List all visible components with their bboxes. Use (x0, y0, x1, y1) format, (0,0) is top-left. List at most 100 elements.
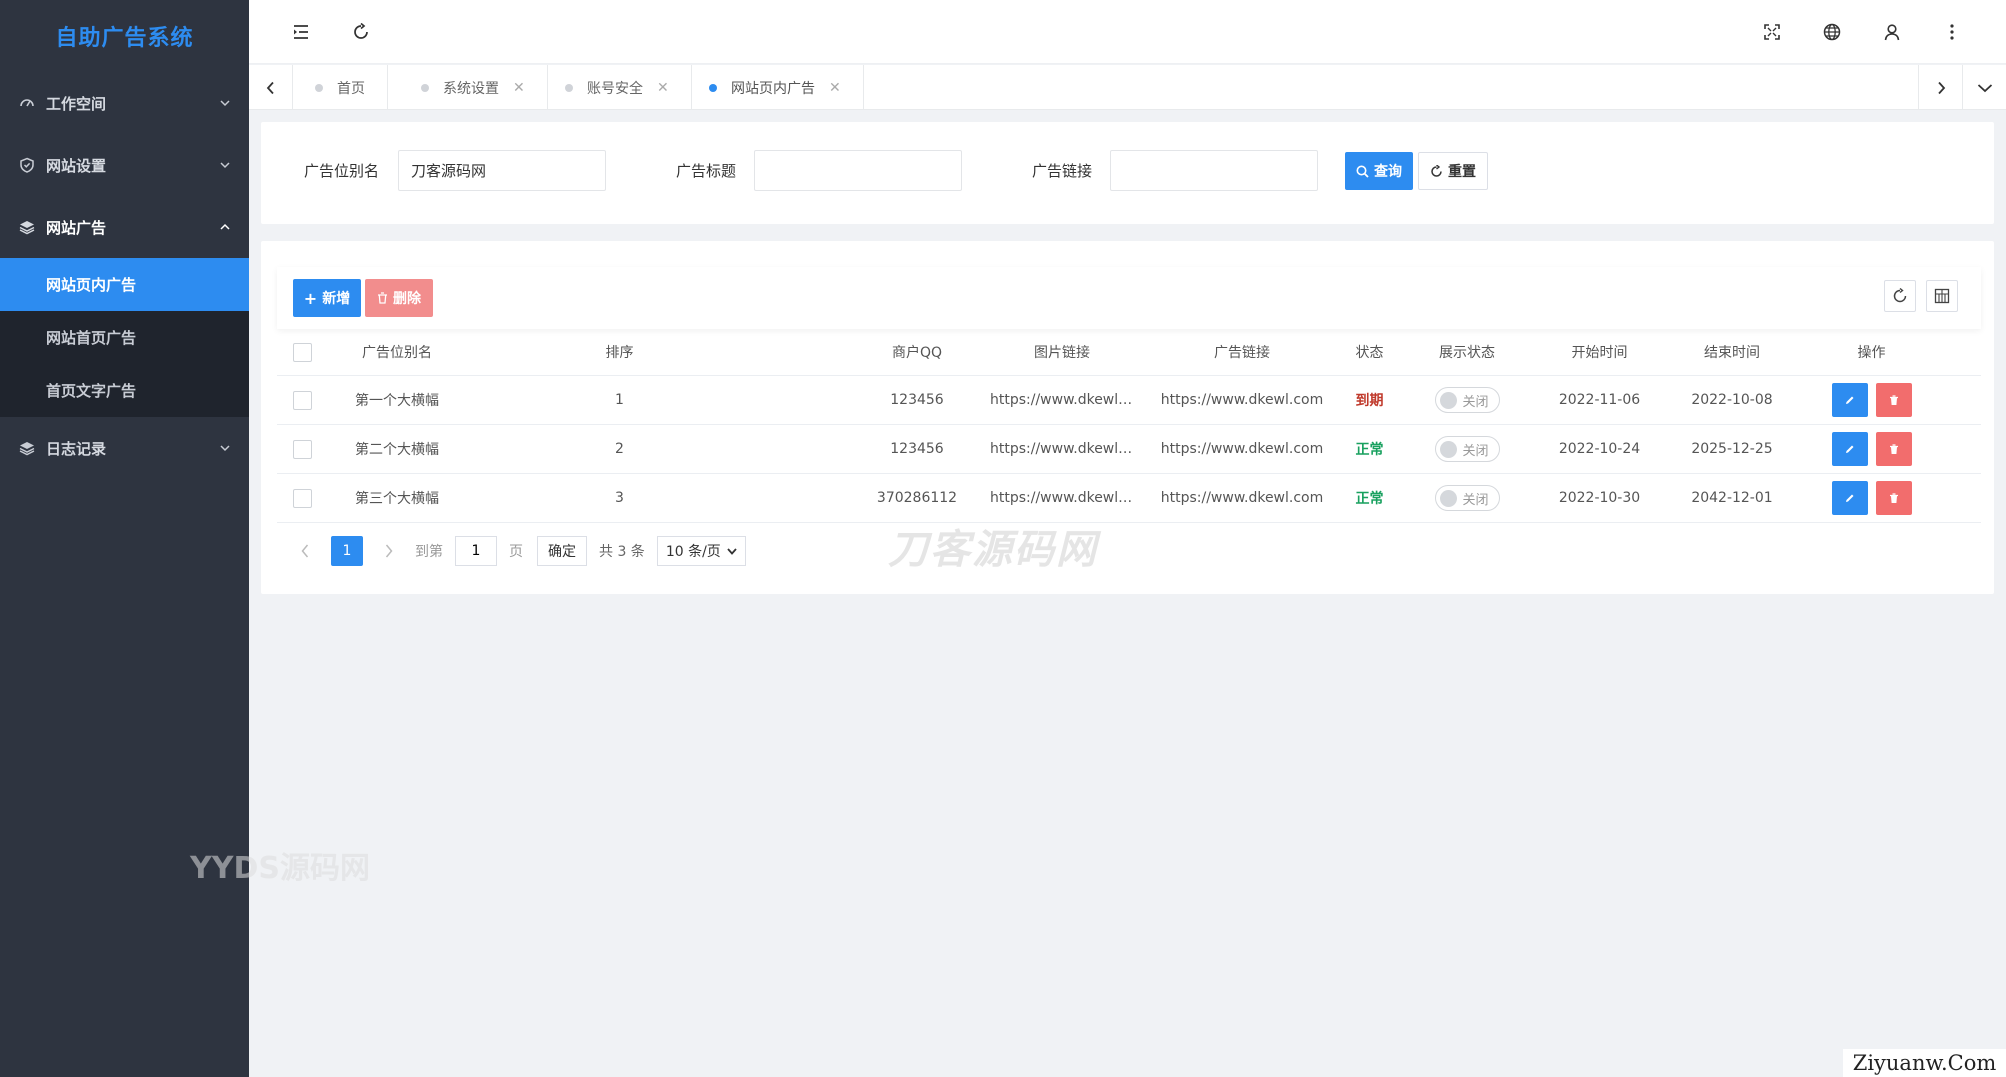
goto-page-input[interactable] (455, 536, 497, 566)
cell-qq: 370286112 (876, 490, 958, 506)
add-button[interactable]: + 新增 (293, 279, 361, 317)
cell-start-time: 2022-10-24 (1558, 441, 1641, 457)
tab-account-security[interactable]: 账号安全 ✕ (543, 65, 692, 110)
query-button-label: 查询 (1374, 164, 1402, 180)
ad-title-input[interactable] (754, 150, 962, 191)
col-header: 展示状态 (1439, 345, 1495, 361)
row-checkbox[interactable] (292, 439, 312, 459)
columns-icon[interactable] (1926, 280, 1958, 312)
tab-page-ads[interactable]: 网站页内广告 ✕ (687, 65, 864, 110)
ad-alias-input[interactable] (398, 150, 606, 191)
status-badge: 正常 (1355, 442, 1384, 458)
cell-ad-link: https://www.dkewl.com (1160, 441, 1324, 457)
refresh-icon[interactable] (349, 20, 373, 44)
show-toggle[interactable]: 关闭 (1434, 387, 1500, 413)
edit-button[interactable] (1831, 432, 1868, 466)
sidebar: 自助广告系统 工作空间 网站设置 网站广告 网站页内广告 网站首页广告 首页文字… (0, 0, 249, 1077)
toggle-knob (1439, 440, 1457, 458)
show-toggle[interactable]: 关闭 (1434, 485, 1500, 511)
status-badge: 到期 (1355, 393, 1384, 409)
user-icon[interactable] (1880, 20, 1904, 44)
sidebar-item-page-ads[interactable]: 网站页内广告 (0, 258, 249, 311)
col-header: 结束时间 (1704, 345, 1760, 361)
cell-qq: 123456 (890, 441, 944, 457)
cell-start-time: 2022-11-06 (1558, 392, 1641, 408)
close-icon[interactable]: ✕ (657, 80, 669, 96)
tab-system-settings[interactable]: 系统设置 ✕ (399, 65, 548, 110)
more-vertical-icon[interactable] (1940, 20, 1964, 44)
sidebar-item-home-ads[interactable]: 网站首页广告 (0, 311, 249, 364)
pencil-icon (1846, 445, 1854, 453)
col-header: 排序 (605, 345, 634, 361)
col-header: 广告位别名 (362, 345, 432, 361)
table-row: 第一个大横幅 1 123456 https://www.dkewl.com ht… (277, 376, 1981, 425)
row-delete-button[interactable] (1875, 432, 1912, 466)
close-icon[interactable]: ✕ (513, 80, 525, 96)
tabs-dropdown-icon[interactable] (1962, 65, 2006, 110)
tab-dot (421, 83, 429, 92)
edit-button[interactable] (1831, 383, 1868, 417)
submenu-site-ads: 网站页内广告 网站首页广告 首页文字广告 (0, 258, 249, 417)
toggle-label: 关闭 (1462, 443, 1489, 459)
show-toggle[interactable]: 关闭 (1434, 436, 1500, 462)
cell-name: 第三个大横幅 (355, 491, 439, 507)
menu-group-logs[interactable]: 日志记录 (0, 417, 249, 479)
prev-page-icon[interactable] (293, 544, 317, 558)
fullscreen-icon[interactable] (1760, 20, 1784, 44)
row-checkbox[interactable] (292, 488, 312, 508)
reset-button[interactable]: 重置 (1418, 152, 1488, 190)
tabs-scroll-right-icon[interactable] (1918, 65, 1962, 110)
cell-end-time: 2022-10-08 (1691, 392, 1773, 408)
watermark-corner: Ziyuanw.Com (1843, 1049, 2006, 1077)
menu-fold-icon[interactable] (289, 20, 313, 44)
globe-icon[interactable] (1820, 20, 1844, 44)
cell-start-time: 2022-10-30 (1558, 490, 1641, 506)
menu-group-site-ads[interactable]: 网站广告 (0, 196, 249, 258)
ad-link-input[interactable] (1110, 150, 1318, 191)
toggle-label: 关闭 (1462, 492, 1489, 508)
row-delete-button[interactable] (1875, 383, 1912, 417)
cell-name: 第一个大横幅 (355, 393, 439, 409)
chevron-up-icon (220, 223, 230, 230)
tab-home[interactable]: 首页 (293, 65, 388, 110)
ad-title-label: 广告标题 (676, 162, 737, 180)
query-button[interactable]: 查询 (1345, 152, 1413, 190)
table-row: 第三个大横幅 3 370286112 https://www.dkewl.com… (277, 474, 1981, 523)
tabs-scroll-left-icon[interactable] (249, 65, 293, 110)
next-page-icon[interactable] (377, 544, 401, 558)
toggle-knob (1439, 489, 1457, 507)
select-all-checkbox[interactable] (292, 342, 312, 362)
table-row: 第二个大横幅 2 123456 https://www.dkewl.com ht… (277, 425, 1981, 474)
menu-group-label: 日志记录 (46, 439, 107, 458)
table-header: 广告位别名 排序 商户QQ 图片链接 广告链接 状态 展示状态 开始时间 结束时… (277, 329, 1981, 376)
refresh-icon (1431, 164, 1442, 177)
row-checkbox[interactable] (292, 390, 312, 410)
page-unit-label: 页 (509, 544, 523, 560)
pencil-icon (1846, 494, 1854, 502)
table-refresh-icon[interactable] (1884, 280, 1916, 312)
goto-confirm-button[interactable]: 确定 (537, 536, 587, 566)
sidebar-item-text-ads[interactable]: 首页文字广告 (0, 364, 249, 417)
search-icon (1356, 165, 1369, 178)
col-header: 广告链接 (1214, 345, 1270, 361)
menu-group-site-settings[interactable]: 网站设置 (0, 134, 249, 196)
edit-button[interactable] (1831, 481, 1868, 515)
cell-qq: 123456 (890, 392, 944, 408)
tab-dot (315, 83, 323, 92)
cell-img-link: https://www.dkewl.com (990, 441, 1142, 457)
menu-group-workspace[interactable]: 工作空间 (0, 72, 249, 134)
menu-group-label: 工作空间 (46, 94, 107, 113)
tab-label: 网站页内广告 (731, 80, 815, 97)
delete-button[interactable]: 删除 (365, 279, 433, 317)
toggle-label: 关闭 (1462, 394, 1489, 410)
cell-end-time: 2025-12-25 (1691, 441, 1773, 457)
row-delete-button[interactable] (1875, 481, 1912, 515)
dashboard-icon (18, 94, 36, 112)
cell-img-link: https://www.dkewl.com (990, 490, 1142, 506)
cell-img-link: https://www.dkewl.com (990, 392, 1142, 408)
page-size-select[interactable]: 10 条/页 (656, 536, 746, 566)
close-icon[interactable]: ✕ (829, 80, 841, 96)
table-panel: + 新增 删除 广告位别名 排序 商户QQ 图片链接 广告链接 状态 展示状态 … (261, 241, 1994, 594)
trash-icon (1889, 443, 1898, 454)
page-number-current[interactable]: 1 (331, 536, 363, 566)
